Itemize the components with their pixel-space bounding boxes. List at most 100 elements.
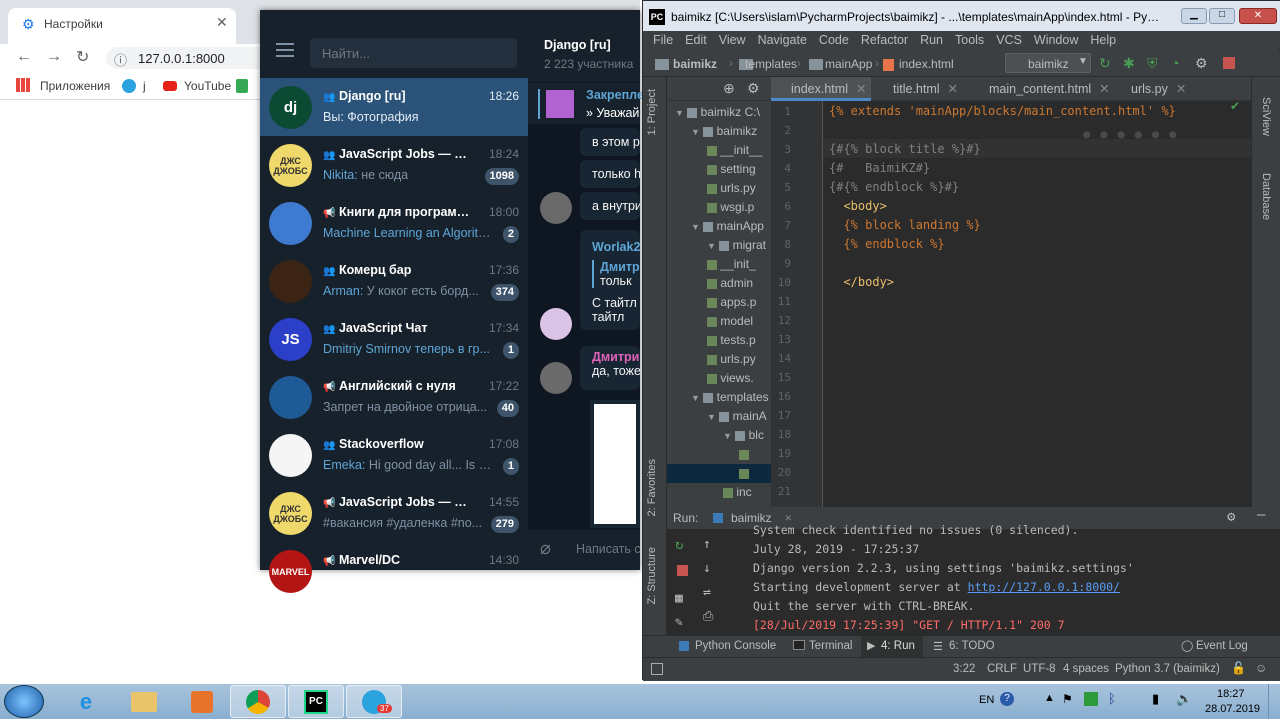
code-line[interactable]: {# BaimiKZ#}: [829, 161, 930, 175]
network-icon[interactable]: ▮: [1152, 691, 1159, 707]
soft-wrap-icon[interactable]: ⇌: [703, 585, 711, 600]
tree-item[interactable]: admin: [667, 274, 753, 293]
lock-icon[interactable]: 🔓: [1231, 661, 1246, 675]
sciview-tool-button[interactable]: SciView: [1260, 97, 1272, 136]
menu-refactor[interactable]: Refactor: [861, 33, 908, 47]
chat-item[interactable]: 📢 Английский с нуля 17:22 Запрет на двойно…: [260, 368, 528, 426]
close-icon[interactable]: ✕: [1176, 82, 1186, 96]
pycharm-taskbar-button[interactable]: PC: [288, 685, 344, 718]
search-input[interactable]: Найти...: [310, 38, 517, 68]
breadcrumb-file[interactable]: index.html: [899, 57, 954, 71]
todo-tab[interactable]: 6: TODO: [949, 640, 995, 652]
close-tab-icon[interactable]: ✕: [216, 14, 228, 31]
close-window-button[interactable]: ✕: [1239, 8, 1277, 24]
image-message[interactable]: [590, 400, 640, 528]
close-icon[interactable]: ✕: [856, 82, 866, 96]
menu-edit[interactable]: Edit: [685, 33, 707, 47]
tab-title-html[interactable]: title.html ✕: [873, 77, 969, 101]
tree-item[interactable]: __init__: [667, 141, 762, 160]
chat-item[interactable]: MARVEL 📢 Marvel/DC 14:30: [260, 542, 528, 600]
tree-item[interactable]: __init_: [667, 255, 756, 274]
target-icon[interactable]: ⊕: [723, 80, 735, 97]
pinned-message-bar[interactable]: Закрепле » Уважай: [528, 82, 644, 124]
start-button[interactable]: [4, 685, 44, 718]
stop-icon[interactable]: [677, 565, 688, 576]
clock-date[interactable]: 28.07.2019: [1205, 703, 1260, 715]
back-arrow-icon[interactable]: ←: [16, 48, 32, 66]
line-separator[interactable]: CRLF: [987, 663, 1017, 675]
tree-item[interactable]: ▼ blc: [667, 426, 764, 445]
code-line[interactable]: {#{% endblock %}#}: [829, 180, 959, 194]
inspector-icon[interactable]: ☺: [1255, 661, 1267, 675]
tree-item[interactable]: wsgi.p: [667, 198, 754, 217]
volume-icon[interactable]: 🔈: [1176, 691, 1192, 707]
favorites-tool-button[interactable]: 2: Favorites: [646, 459, 658, 516]
help-icon[interactable]: ?: [1000, 692, 1014, 706]
show-hidden-icons[interactable]: ▲: [1044, 692, 1055, 704]
code-line[interactable]: {% endblock %}: [829, 237, 944, 251]
up-arrow-icon[interactable]: ↑: [703, 537, 711, 552]
tree-item[interactable]: ▼ migrat: [667, 236, 766, 255]
event-log-tab[interactable]: Event Log: [1196, 640, 1248, 652]
tree-item[interactable]: setting: [667, 160, 756, 179]
tree-item[interactable]: urls.py: [667, 179, 756, 198]
reload-icon[interactable]: ↻: [76, 47, 89, 67]
clock-time[interactable]: 18:27: [1217, 688, 1245, 700]
tree-item[interactable]: [667, 445, 749, 464]
chat-item[interactable]: ДЖС ДЖОБС 👥 JavaScript Jobs — чат 18:24 Nik…: [260, 136, 528, 194]
telegram-taskbar-button[interactable]: 37: [346, 685, 402, 718]
interpreter[interactable]: Python 3.7 (baimikz): [1115, 663, 1220, 675]
tree-item[interactable]: ▼ baimikz: [667, 122, 757, 141]
flag-icon[interactable]: ⚑: [1062, 692, 1073, 706]
media-player-taskbar-button[interactable]: [174, 685, 230, 718]
run-tool-tab[interactable]: ▶ 4: Run: [861, 636, 923, 657]
show-desktop-button[interactable]: [1268, 684, 1280, 719]
rerun-icon[interactable]: ↻: [675, 537, 683, 553]
chat-item[interactable]: ДЖС ДЖОБС 📢 JavaScript Jobs — вак... 14:55…: [260, 484, 528, 542]
server-link[interactable]: http://127.0.0.1:8000/: [968, 580, 1120, 594]
breadcrumb-project[interactable]: baimikz: [673, 57, 717, 71]
file-encoding[interactable]: UTF-8: [1023, 663, 1056, 675]
stop-icon[interactable]: [1223, 57, 1235, 69]
structure-tool-button[interactable]: Z: Structure: [646, 547, 658, 604]
rerun-icon[interactable]: ↻: [1099, 55, 1111, 72]
coverage-icon[interactable]: ⛨: [1147, 55, 1158, 72]
tree-item[interactable]: ▼ templates: [667, 388, 769, 407]
code-editor[interactable]: 1 2 3 4 5 6 7 8 9 10 11 12 13 14 15 16 17 18 19 20 21 {% ext…: [771, 101, 1251, 507]
breadcrumb-templates[interactable]: templates: [745, 57, 797, 71]
tree-item[interactable]: tests.p: [667, 331, 756, 350]
indent-setting[interactable]: 4 spaces: [1063, 663, 1109, 675]
language-indicator[interactable]: EN: [979, 694, 994, 706]
profile-icon[interactable]: ◔: [1171, 55, 1179, 71]
terminal-tab[interactable]: Terminal: [809, 640, 852, 652]
explorer-taskbar-button[interactable]: [116, 685, 172, 718]
down-arrow-icon[interactable]: ↓: [703, 561, 711, 576]
tree-item[interactable]: apps.p: [667, 293, 756, 312]
menu-file[interactable]: File: [653, 33, 673, 47]
tab-settings[interactable]: ⚙ Настройки ✕: [8, 8, 236, 44]
pin-icon[interactable]: ✎: [675, 615, 683, 630]
code-line[interactable]: <body>: [829, 199, 886, 213]
tab-index-html[interactable]: index.html ✕: [771, 77, 871, 101]
tree-item[interactable]: ▼ mainApp: [667, 217, 764, 236]
tree-item[interactable]: ▼ baimikz C:\: [667, 103, 760, 122]
bluetooth-icon[interactable]: ᛒ: [1108, 691, 1116, 706]
caret-position[interactable]: 3:22: [953, 663, 975, 675]
apps-grid-icon[interactable]: [16, 78, 30, 92]
chat-item[interactable]: 👥 Stackoverflow 17:08 Emeka: Hi good day a…: [260, 426, 528, 484]
python-console-tab[interactable]: Python Console: [695, 640, 776, 652]
forward-arrow-icon[interactable]: →: [46, 48, 62, 66]
code-line[interactable]: {% extends 'mainApp/blocks/main_content.…: [829, 104, 1176, 118]
close-icon[interactable]: ✕: [1099, 82, 1109, 96]
menu-run[interactable]: Run: [920, 33, 943, 47]
ie-taskbar-button[interactable]: e: [58, 685, 114, 718]
run-config-dropdown[interactable]: baimikz ▼: [1005, 53, 1091, 73]
print-icon[interactable]: ⎙: [703, 609, 713, 624]
menu-tools[interactable]: Tools: [955, 33, 984, 47]
tree-item[interactable]: urls.py: [667, 350, 756, 369]
database-tool-button[interactable]: Database: [1260, 173, 1272, 220]
tree-item[interactable]: inc: [667, 483, 752, 502]
breadcrumb-mainapp[interactable]: mainApp: [825, 57, 872, 71]
tree-item[interactable]: ▼ mainA: [667, 407, 767, 426]
menu-vcs[interactable]: VCS: [996, 33, 1022, 47]
